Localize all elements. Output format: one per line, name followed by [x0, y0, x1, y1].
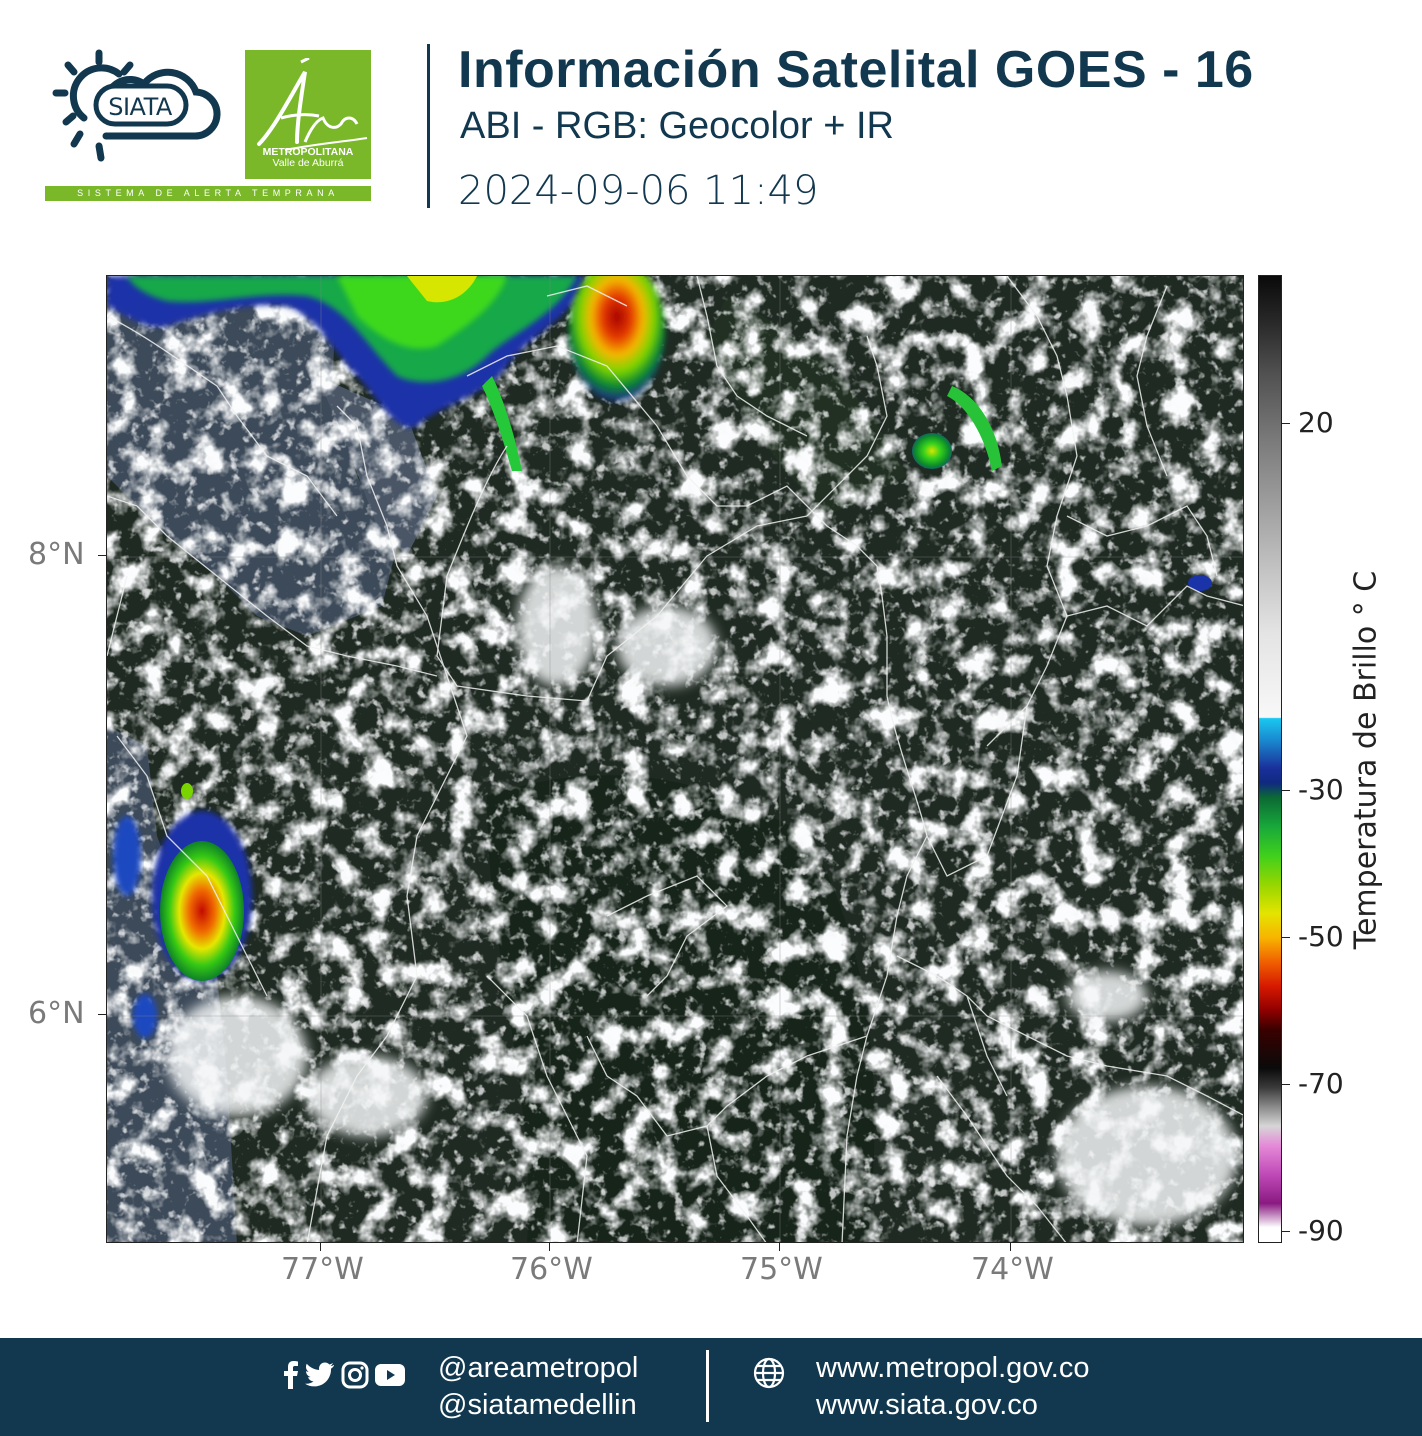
lat-tick-6n: [98, 1014, 106, 1015]
footer: @areametropol @siatamedellin www.metropo…: [0, 1338, 1422, 1436]
cb-tick-minus50: [1282, 937, 1290, 938]
website-metropol[interactable]: www.metropol.gov.co: [816, 1352, 1089, 1385]
siata-logo-text: SIATA: [108, 93, 172, 121]
lat-label-6n: 6°N: [28, 996, 85, 1031]
area-logo-subtitle: Valle de Aburrá: [272, 157, 344, 169]
lon-tick-74w: [1010, 1243, 1011, 1251]
cb-label-20: 20: [1298, 406, 1334, 439]
lon-label-77w: 77°W: [281, 1252, 364, 1287]
timestamp: 2024-09-06 11:49: [458, 168, 819, 214]
header-divider: [427, 44, 430, 208]
cb-tick-minus70: [1282, 1084, 1290, 1085]
lat-label-8n: 8°N: [28, 537, 85, 572]
header: SIATA METROPOLITANA Valle de Aburrá SIST…: [0, 0, 1422, 240]
globe-icon: [753, 1357, 785, 1389]
cb-tick-minus30: [1282, 790, 1290, 791]
footer-divider: [706, 1350, 709, 1422]
lon-label-76w: 76°W: [510, 1252, 593, 1287]
handle-siatamedellin[interactable]: @siatamedellin: [438, 1389, 637, 1422]
lon-tick-75w: [779, 1243, 780, 1251]
cb-label-minus90: -90: [1298, 1214, 1344, 1247]
instagram-icon[interactable]: [341, 1361, 369, 1389]
lon-tick-77w: [320, 1243, 321, 1251]
page-subtitle: ABI - RGB: Geocolor + IR: [460, 105, 894, 147]
cb-tick-20: [1282, 423, 1290, 424]
youtube-icon[interactable]: [375, 1364, 405, 1386]
facebook-icon[interactable]: [283, 1361, 299, 1389]
area-script-mark: [257, 58, 368, 151]
area-metropolitana-logo: METROPOLITANA Valle de Aburrá: [245, 50, 371, 179]
cb-label-minus30: -30: [1298, 773, 1344, 806]
lon-tick-76w: [549, 1243, 550, 1251]
lon-label-75w: 75°W: [740, 1252, 823, 1287]
website-siata[interactable]: www.siata.gov.co: [816, 1389, 1038, 1422]
satellite-map[interactable]: [106, 275, 1244, 1243]
satellite-image: [107, 276, 1243, 1242]
page-title: Información Satelital GOES - 16: [458, 41, 1254, 99]
cb-label-minus70: -70: [1298, 1067, 1344, 1100]
cb-label-minus50: -50: [1298, 920, 1344, 953]
lat-tick-8n: [98, 555, 106, 556]
lon-label-74w: 74°W: [971, 1252, 1054, 1287]
tagline: SISTEMA DE ALERTA TEMPRANA: [45, 186, 371, 201]
cb-tick-minus90: [1282, 1231, 1290, 1232]
colorbar: [1258, 275, 1282, 1243]
colorbar-title: Temperatura de Brillo ° C: [1348, 570, 1384, 950]
twitter-icon[interactable]: [305, 1362, 335, 1388]
handle-areametropol[interactable]: @areametropol: [438, 1352, 638, 1385]
social-icons: [283, 1360, 405, 1390]
